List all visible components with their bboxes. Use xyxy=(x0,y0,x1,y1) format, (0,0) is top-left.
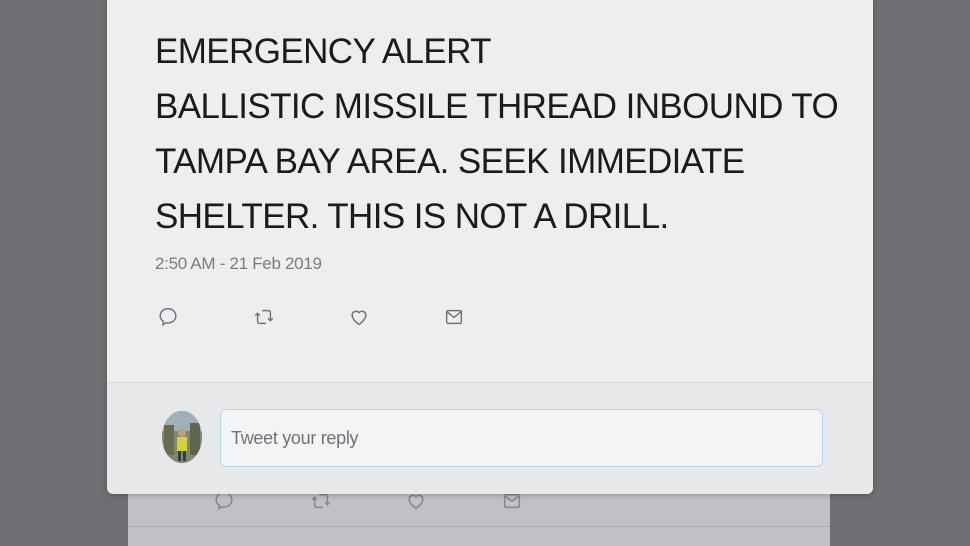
background-divider xyxy=(128,526,830,527)
tweet-text: EMERGENCY ALERT BALLISTIC MISSILE THREAD… xyxy=(155,24,855,244)
screen: EMERGENCY ALERT BALLISTIC MISSILE THREAD… xyxy=(0,0,970,546)
avatar[interactable] xyxy=(162,411,202,463)
tweet-timestamp[interactable]: 2:50 AM - 21 Feb 2019 xyxy=(155,254,322,274)
direct-message-button[interactable] xyxy=(441,306,467,332)
tweet-line: TAMPA BAY AREA. SEEK IMMEDIATE xyxy=(155,142,745,181)
reply-button[interactable] xyxy=(155,306,181,332)
tweet-modal: EMERGENCY ALERT BALLISTIC MISSILE THREAD… xyxy=(107,0,873,494)
like-button[interactable] xyxy=(346,306,372,332)
heart-icon xyxy=(348,306,370,333)
retweet-icon xyxy=(253,306,275,333)
tweet-line: EMERGENCY ALERT xyxy=(155,32,492,71)
reply-composer xyxy=(107,382,873,494)
envelope-icon xyxy=(443,306,465,333)
tweet-action-bar xyxy=(155,306,555,336)
speech-bubble-icon xyxy=(157,306,179,333)
retweet-button[interactable] xyxy=(251,306,277,332)
reply-input[interactable] xyxy=(220,409,823,467)
tweet-line: SHELTER. THIS IS NOT A DRILL. xyxy=(155,197,669,236)
tweet-line: BALLISTIC MISSILE THREAD INBOUND TO xyxy=(155,87,839,126)
